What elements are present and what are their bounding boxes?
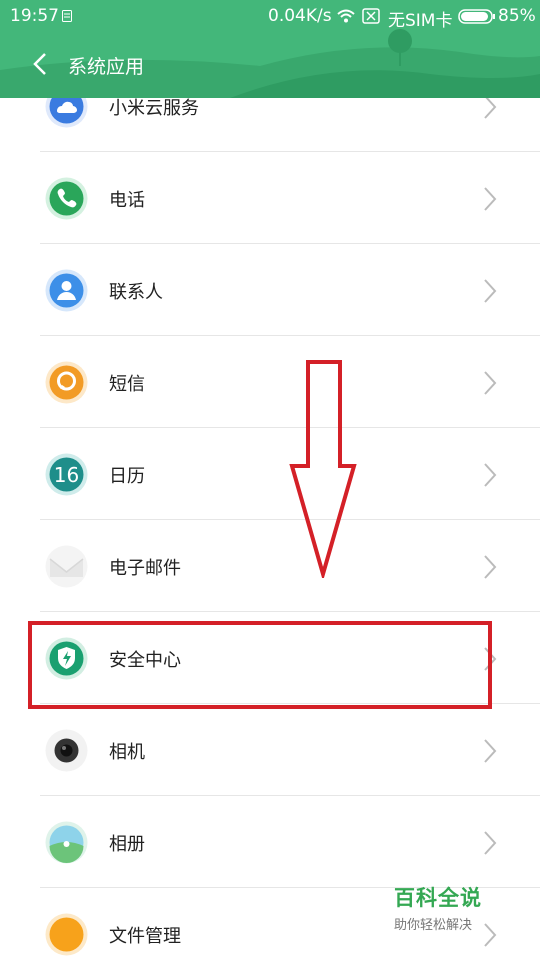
app-label: 安全中心 [109, 650, 181, 671]
calendar-day-text: 16 [54, 463, 79, 487]
status-time: 19:57 [10, 6, 59, 26]
app-item-security[interactable]: 安全中心 [0, 612, 540, 704]
app-label: 电话 [109, 190, 145, 211]
app-item-calendar[interactable]: 16 日历 [0, 428, 540, 520]
chevron-right-icon [484, 831, 497, 855]
watermark-subtitle: 助你轻松解决 [394, 918, 473, 933]
chevron-right-icon [484, 371, 497, 395]
network-speed: 0.04K/s [268, 6, 332, 26]
mail-icon [45, 545, 88, 588]
calendar-icon: 16 [45, 453, 88, 496]
app-item-email[interactable]: 电子邮件 [0, 520, 540, 612]
chevron-right-icon [484, 555, 497, 579]
contacts-icon [45, 269, 88, 312]
app-item-camera[interactable]: 相机 [0, 704, 540, 796]
app-label: 相册 [109, 834, 145, 855]
battery-level: 85% [498, 6, 536, 26]
file-manager-icon [45, 913, 88, 956]
camera-icon [45, 729, 88, 772]
app-label: 文件管理 [109, 926, 181, 947]
watermark: 百科全说 助你轻松解决 [394, 882, 504, 933]
app-header: 19:57 0.04K/s 无SIM卡 85% 系统应用 [0, 0, 540, 98]
app-label: 相机 [109, 742, 145, 763]
app-label: 日历 [109, 466, 145, 487]
chevron-right-icon [484, 279, 497, 303]
watermark-title: 百科全说 [394, 886, 482, 910]
back-arrow-icon[interactable] [30, 52, 52, 76]
message-icon [45, 361, 88, 404]
security-shield-icon [45, 637, 88, 680]
app-label: 短信 [109, 374, 145, 395]
app-item-phone[interactable]: 电话 [0, 152, 540, 244]
gallery-icon [45, 821, 88, 864]
status-bar: 19:57 0.04K/s 无SIM卡 85% [0, 0, 540, 34]
wifi-icon [337, 9, 355, 23]
battery-icon [458, 9, 495, 24]
app-item-gallery[interactable]: 相册 [0, 796, 540, 888]
chevron-right-icon [484, 647, 497, 671]
app-label: 电子邮件 [109, 558, 181, 579]
app-item-messages[interactable]: 短信 [0, 336, 540, 428]
notification-icon [62, 10, 72, 22]
chevron-right-icon [484, 187, 497, 211]
app-label: 联系人 [109, 282, 163, 303]
sim-status: 无SIM卡 [388, 11, 453, 31]
chevron-right-icon [484, 463, 497, 487]
no-sim-icon [362, 8, 380, 24]
app-item-contacts[interactable]: 联系人 [0, 244, 540, 336]
down-arrow-annotation [289, 360, 357, 578]
phone-icon [45, 177, 88, 220]
chevron-right-icon [484, 739, 497, 763]
screen: 小米云服务 电话 联系人 短信 16 日历 电子邮件 安全中心 相机 相册 文件… [0, 0, 540, 960]
page-title: 系统应用 [68, 56, 145, 78]
